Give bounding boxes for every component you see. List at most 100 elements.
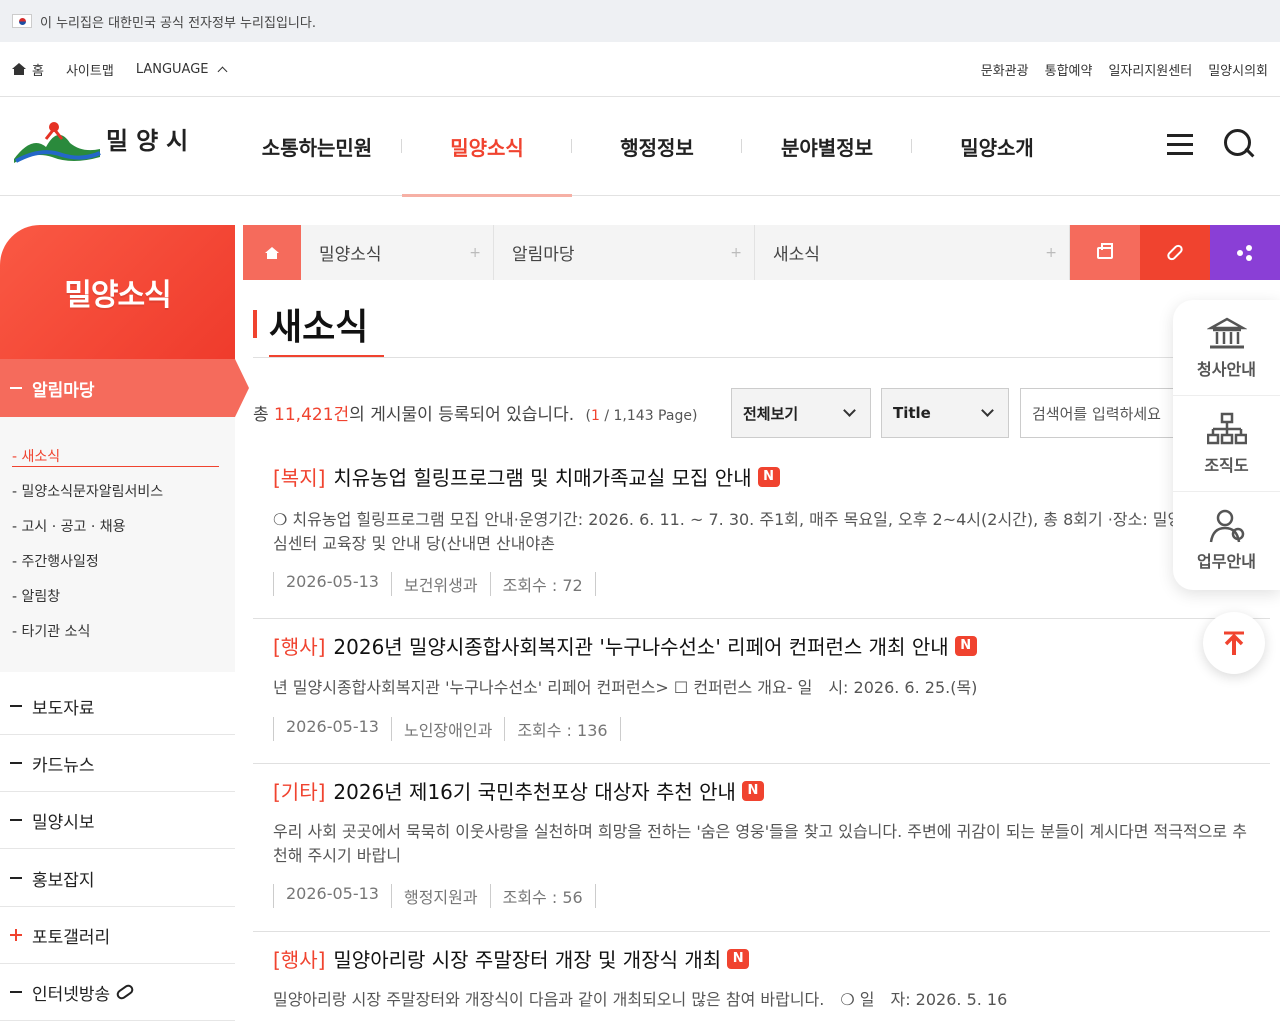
quick-org-chart[interactable]: 조직도: [1173, 396, 1280, 492]
breadcrumb-home[interactable]: [243, 225, 301, 280]
nav-field-info[interactable]: 분야별정보: [742, 97, 912, 196]
list-item[interactable]: [행사] 2026년 밀양시종합사회복지관 '누구나수선소' 리페어 컨퍼런스 …: [253, 619, 1270, 764]
quick-work-guide[interactable]: 업무안내: [1173, 492, 1280, 588]
post-views: 조회수 : 136: [504, 717, 621, 741]
link-icon: [1165, 242, 1185, 263]
page-title-text: 새소식: [269, 307, 369, 348]
korea-flag-icon: [12, 14, 32, 28]
post-meta: 2026-05-13 보건위생과 조회수 : 72: [273, 572, 596, 596]
minus-icon: [10, 877, 22, 879]
post-summary: 년 밀양시종합사회복지관 '누구나수선소' 리페어 컨퍼런스> ☐ 컨퍼런스 개…: [273, 678, 978, 697]
plus-icon: +: [730, 245, 742, 261]
page-indicator: (1 / 1,143 Page): [586, 408, 698, 424]
count-prefix: 총: [253, 405, 269, 425]
link-city-council[interactable]: 밀양시의회: [1208, 60, 1268, 79]
home-icon: [265, 246, 279, 259]
main-nav: 소통하는민원 밀양소식 행정정보 분야별정보 밀양소개: [232, 97, 1082, 197]
list-item[interactable]: [기타] 2026년 제16기 국민추천포상 대상자 추천 안내 N 우리 사회…: [253, 764, 1270, 932]
site-header: 밀양시 소통하는민원 밀양소식 행정정보 분야별정보 밀양소개: [0, 97, 1280, 197]
submenu-notices[interactable]: - 고시 · 공고 · 채용: [12, 517, 223, 552]
post-meta: 2026-05-13 행정지원과 조회수 : 56: [273, 884, 596, 908]
post-count: 총 11,421건의 게시물이 등록되어 있습니다. (1 / 1,143 Pa…: [253, 400, 697, 425]
post-title[interactable]: [복지] 치유농업 힐링프로그램 및 치매가족교실 모집 안내 N: [273, 462, 780, 491]
nav-civil-service[interactable]: 소통하는민원: [232, 97, 402, 196]
search-placeholder: 검색어를 입력하세요: [1032, 404, 1161, 423]
list-item[interactable]: [행사] 밀양아리랑 시장 주말장터 개장 및 개장식 개최 N 밀양아리랑 시…: [253, 932, 1270, 1024]
post-title[interactable]: [행사] 밀양아리랑 시장 주말장터 개장 및 개장식 개최 N: [273, 944, 750, 973]
breadcrumb-level1[interactable]: 밀양소식 +: [301, 225, 494, 280]
gov-banner: 이 누리집은 대한민국 공식 전자정부 누리집입니다.: [0, 0, 1280, 42]
sidebar-item-press[interactable]: 보도자료: [0, 678, 235, 735]
sidebar-item-magazine[interactable]: 홍보잡지: [0, 850, 235, 907]
quick-menu: 청사안내 조직도 업무안내: [1173, 300, 1280, 590]
minus-icon: [10, 762, 22, 764]
home-link[interactable]: 홈: [12, 60, 44, 79]
link-culture-tour[interactable]: 문화관광: [981, 60, 1029, 79]
sidebar-item-label: 홍보잡지: [32, 870, 95, 891]
sitemap-link[interactable]: 사이트맵: [66, 60, 114, 79]
miryang-logo-icon: [14, 122, 101, 163]
scroll-top-button[interactable]: [1203, 612, 1265, 674]
scope-select[interactable]: 전체보기: [731, 388, 871, 438]
title-divider: [253, 357, 1273, 358]
post-summary: 우리 사회 곳곳에서 묵묵히 이웃사랑을 실천하며 희망을 전하는 '숨은 영웅…: [273, 822, 1247, 865]
post-views: 조회수 : 56: [489, 884, 596, 908]
minus-icon: [10, 991, 22, 993]
chevron-down-icon: [843, 404, 856, 417]
post-category: [기타]: [273, 780, 326, 804]
search-icon[interactable]: [1224, 129, 1256, 161]
share-button[interactable]: [1210, 225, 1280, 280]
sidebar-submenu: - 새소식 - 밀양소식문자알림서비스 - 고시 · 공고 · 채용 - 주간행…: [0, 417, 235, 672]
minus-icon: [10, 705, 22, 707]
sidebar-item-label: 밀양시보: [32, 812, 95, 833]
breadcrumb: 밀양소식 + 알림마당 + 새소식 +: [243, 225, 1280, 280]
post-title-text: 2026년 제16기 국민추천포상 대상자 추천 안내: [333, 780, 736, 804]
post-title[interactable]: [기타] 2026년 제16기 국민추천포상 대상자 추천 안내 N: [273, 776, 764, 805]
post-title[interactable]: [행사] 2026년 밀양시종합사회복지관 '누구나수선소' 리페어 컨퍼런스 …: [273, 631, 977, 660]
post-dept: 행정지원과: [390, 884, 490, 908]
submenu-news[interactable]: - 새소식: [12, 447, 219, 467]
sidebar-item-label: 알림마당: [32, 380, 95, 401]
link-reservation[interactable]: 통합예약: [1045, 60, 1093, 79]
sidebar-item-gazette[interactable]: 밀양시보: [0, 792, 235, 849]
nav-admin-info[interactable]: 행정정보: [572, 97, 742, 196]
page-current: 1: [590, 408, 600, 424]
menu-icon[interactable]: [1167, 134, 1193, 156]
copy-link-button[interactable]: [1140, 225, 1210, 280]
submenu-sms-service[interactable]: - 밀양소식문자알림서비스: [12, 482, 223, 517]
post-dept: 보건위생과: [390, 572, 490, 596]
breadcrumb-level2[interactable]: 알림마당 +: [494, 225, 755, 280]
plus-icon: +: [469, 245, 481, 261]
count-value: 11,421건: [274, 405, 350, 425]
sidebar-item-photo-gallery[interactable]: 포토갤러리: [0, 907, 235, 964]
post-date: 2026-05-13: [273, 572, 391, 596]
submenu-weekly-events[interactable]: - 주간행사일정: [12, 552, 223, 587]
nav-about-miryang[interactable]: 밀양소개: [912, 97, 1082, 196]
sidebar-title: 밀양소식: [0, 225, 235, 359]
external-link-icon: [114, 982, 136, 1002]
sidebar-item-internet-tv[interactable]: 인터넷방송: [0, 964, 235, 1021]
quick-label: 청사안내: [1197, 359, 1256, 379]
gov-banner-text: 이 누리집은 대한민국 공식 전자정부 누리집입니다.: [40, 15, 316, 31]
quick-building-guide[interactable]: 청사안내: [1173, 300, 1280, 396]
plus-icon: [10, 929, 22, 941]
post-views: 조회수 : 72: [489, 572, 596, 596]
link-job-center[interactable]: 일자리지원센터: [1108, 60, 1192, 79]
title-underline: [269, 355, 384, 357]
field-select[interactable]: Title: [881, 388, 1009, 438]
sidebar-item-card-news[interactable]: 카드뉴스: [0, 735, 235, 792]
sidebar-item-notice[interactable]: 알림마당: [0, 359, 249, 417]
minus-icon: [10, 819, 22, 821]
language-toggle[interactable]: LANGUAGE: [136, 62, 227, 77]
new-badge: N: [954, 635, 977, 656]
breadcrumb-level3[interactable]: 새소식 +: [755, 225, 1070, 280]
print-button[interactable]: [1070, 225, 1140, 280]
nav-miryang-news[interactable]: 밀양소식: [402, 97, 572, 197]
breadcrumb-label: 알림마당: [512, 245, 575, 265]
list-item[interactable]: [복지] 치유농업 힐링프로그램 및 치매가족교실 모집 안내 N ❍ 치유농업…: [253, 448, 1270, 619]
submenu-other-agencies[interactable]: - 타기관 소식: [12, 622, 223, 657]
page-title: 새소식: [253, 298, 368, 350]
site-logo[interactable]: 밀양시: [12, 117, 196, 167]
submenu-popup[interactable]: - 알림창: [12, 587, 223, 622]
sidebar-item-label: 포토갤러리: [32, 927, 111, 948]
